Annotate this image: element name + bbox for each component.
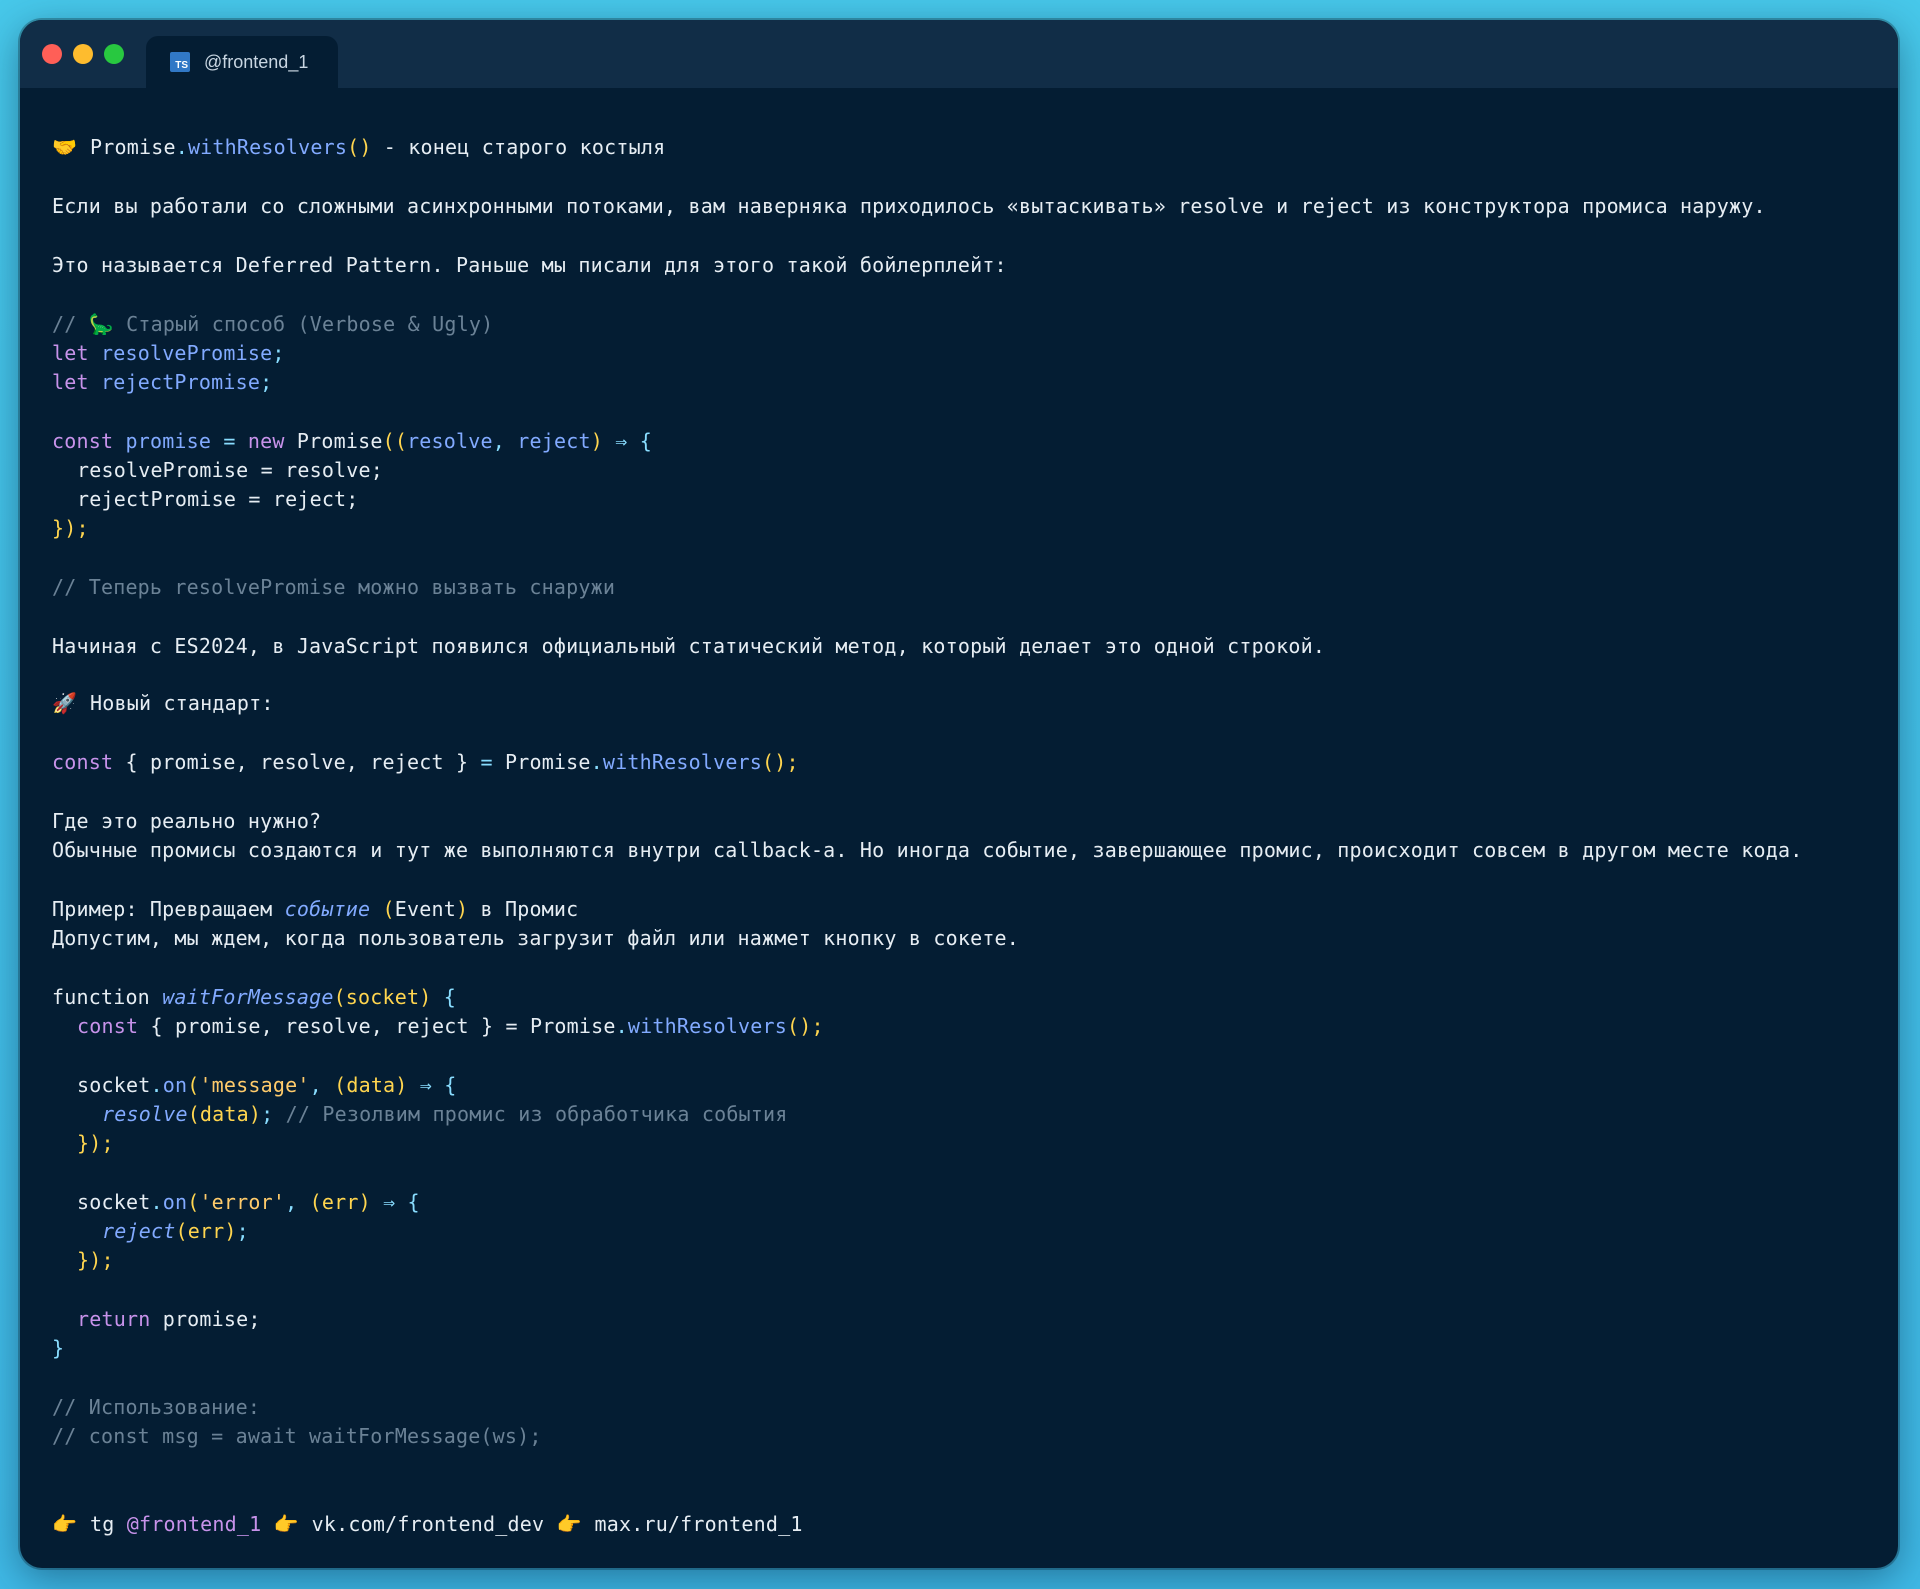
code-line: return promise; [77, 1307, 261, 1331]
example-description: Допустим, мы ждем, когда пользователь за… [52, 926, 1020, 950]
code-line: let resolvePromise; [52, 341, 285, 365]
maximize-window-button[interactable] [104, 44, 124, 64]
typescript-icon: TS [170, 52, 190, 72]
usage-comment: // const msg = await waitForMessage(ws); [52, 1424, 542, 1448]
old-way-comment: // 🦕 Старый способ (Verbose & Ugly) [52, 312, 494, 336]
code-line: reject(err); [102, 1219, 249, 1243]
footer-links: 👉 tg @frontend_1 👉 vk.com/frontend_dev 👉 ma… [52, 1509, 803, 1539]
code-line: function waitForMessage(socket) { [52, 985, 456, 1009]
post-title: 🤝 Promise.withResolvers() - конец старого… [52, 132, 665, 162]
rocket-icon: 🚀 [52, 691, 78, 715]
code-line: const { promise, resolve, reject } = Pro… [77, 1014, 824, 1038]
max-link[interactable]: max.ru/frontend_1 [594, 1512, 802, 1536]
tab-frontend[interactable]: TS @frontend_1 [146, 36, 338, 88]
code-line: }); [77, 1248, 114, 1272]
example-heading: Пример: Превращаем событие (Event) в Про… [52, 897, 579, 921]
es2024-paragraph: Начиная с ES2024, в JavaScript появился … [52, 634, 1326, 658]
tab-label: @frontend_1 [204, 51, 309, 72]
now-comment: // Теперь resolvePromise можно вызвать с… [52, 575, 616, 599]
minimize-window-button[interactable] [73, 44, 93, 64]
pointing-hand-icon: 👉 [52, 1512, 78, 1536]
intro-paragraph: Если вы работали со сложными асинхронным… [52, 194, 1766, 218]
where-question: Где это реально нужно? [52, 809, 322, 833]
post-content: 🤝 Promise.withResolvers() - конец старого… [52, 132, 1878, 1536]
telegram-link[interactable]: @frontend_1 [127, 1512, 262, 1536]
dinosaur-icon: 🦕 [88, 312, 114, 336]
code-line: socket.on('error', (err) ⇒ { [77, 1190, 420, 1214]
title-bar: TS @frontend_1 [20, 20, 1898, 88]
code-window: TS @frontend_1 🤝 Promise.withResolvers() … [20, 20, 1898, 1568]
code-line: socket.on('message', (data) ⇒ { [77, 1073, 457, 1097]
code-line: resolve(data); // Резолвим промис из обр… [102, 1102, 788, 1126]
handshake-icon: 🤝 [52, 135, 78, 159]
pointing-hand-icon: 👉 [273, 1512, 299, 1536]
usage-comment: // Использование: [52, 1395, 261, 1419]
code-line: } [52, 1336, 65, 1360]
code-line: }); [52, 516, 89, 540]
code-line: const { promise, resolve, reject } = Pro… [52, 750, 799, 774]
close-window-button[interactable] [42, 44, 62, 64]
code-line: }); [77, 1131, 114, 1155]
code-line: const promise = new Promise((resolve, re… [52, 429, 652, 453]
vk-link[interactable]: vk.com/frontend_dev [312, 1512, 545, 1536]
new-standard-heading: 🚀 Новый стандарт: [52, 688, 274, 718]
code-line: let rejectPromise; [52, 370, 273, 394]
where-answer: Обычные промисы создаются и тут же выпол… [52, 838, 1803, 862]
pointing-hand-icon: 👉 [556, 1512, 582, 1536]
code-line: rejectPromise = reject; [77, 487, 359, 511]
deferred-paragraph: Это называется Deferred Pattern. Раньше … [52, 253, 1007, 277]
code-line: resolvePromise = resolve; [77, 458, 384, 482]
